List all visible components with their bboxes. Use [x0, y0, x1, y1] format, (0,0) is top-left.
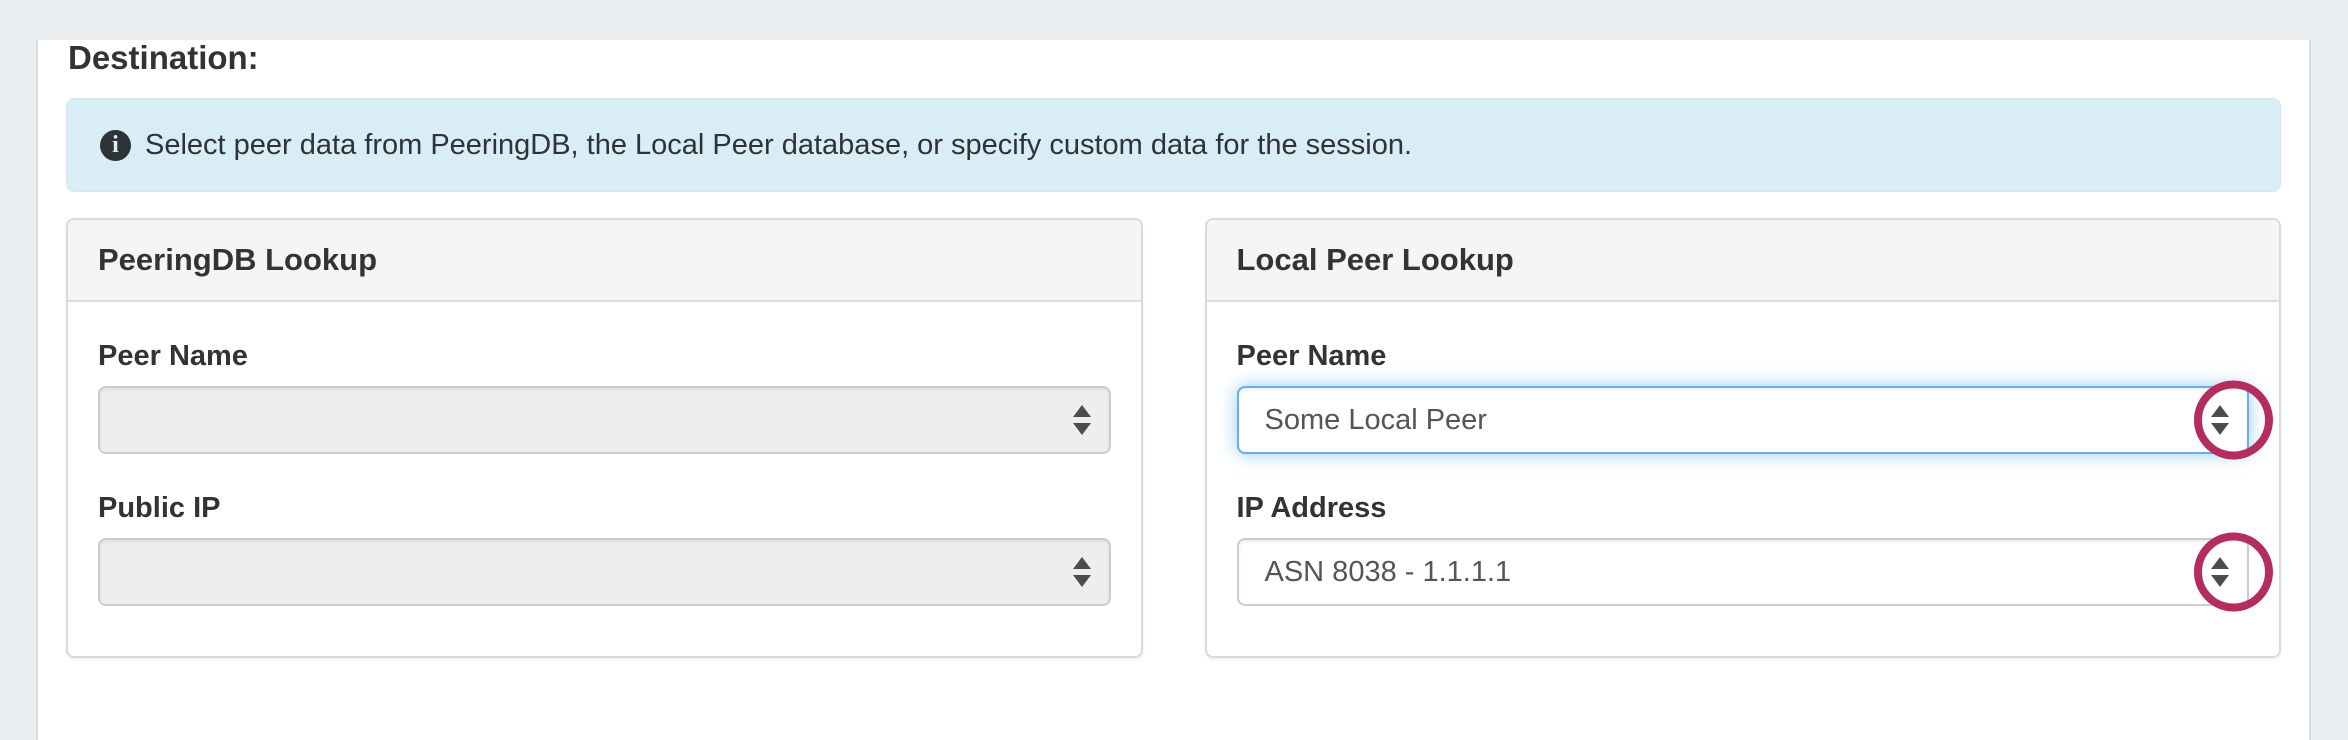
peer-name-label: Peer Name [98, 340, 1111, 372]
info-circle-icon: i [100, 130, 131, 161]
public-ip-form-group: Public IP [98, 492, 1111, 606]
ip-address-select[interactable]: ASN 8038 - 1.1.1.1 [1237, 538, 2250, 606]
peeringdb-public-ip-select[interactable] [98, 538, 1111, 606]
info-alert: i Select peer data from PeeringDB, the L… [66, 98, 2281, 192]
local-peer-name-select-value: Some Local Peer [1265, 404, 1487, 437]
local-peer-name-select[interactable]: Some Local Peer [1237, 386, 2250, 454]
local-peer-lookup-panel-title: Local Peer Lookup [1207, 220, 2280, 302]
select-caret-icon [2211, 405, 2229, 435]
peer-name-form-group: Peer Name [98, 340, 1111, 454]
select-caret-icon [1073, 405, 1091, 435]
local-peer-lookup-panel: Local Peer Lookup Peer Name Some Local P… [1205, 218, 2282, 658]
local-peer-name-select-wrap: Some Local Peer [1237, 386, 2250, 454]
peeringdb-lookup-panel: PeeringDB Lookup Peer Name Public [66, 218, 1143, 658]
public-ip-select-wrap [98, 538, 1111, 606]
public-ip-label: Public IP [98, 492, 1111, 524]
peer-name-select-wrap [98, 386, 1111, 454]
info-alert-text: Select peer data from PeeringDB, the Loc… [145, 129, 1412, 162]
ip-address-form-group: IP Address ASN 8038 - 1.1.1.1 [1237, 492, 2250, 606]
peeringdb-lookup-panel-title: PeeringDB Lookup [68, 220, 1141, 302]
ip-address-select-value: ASN 8038 - 1.1.1.1 [1265, 556, 1512, 589]
local-peer-name-form-group: Peer Name Some Local Peer [1237, 340, 2250, 454]
peeringdb-peer-name-select[interactable] [98, 386, 1111, 454]
peeringdb-lookup-panel-body: Peer Name Public IP [68, 302, 1141, 606]
section-title: Destination: [68, 40, 2279, 76]
content-page: Destination: i Select peer data from Pee… [36, 40, 2311, 740]
local-peer-lookup-panel-body: Peer Name Some Local Peer IP Address [1207, 302, 2280, 606]
lookup-panels-row: PeeringDB Lookup Peer Name Public [66, 218, 2281, 658]
ip-address-select-wrap: ASN 8038 - 1.1.1.1 [1237, 538, 2250, 606]
select-caret-icon [1073, 557, 1091, 587]
select-caret-icon [2211, 557, 2229, 587]
local-peer-name-label: Peer Name [1237, 340, 2250, 372]
ip-address-label: IP Address [1237, 492, 2250, 524]
